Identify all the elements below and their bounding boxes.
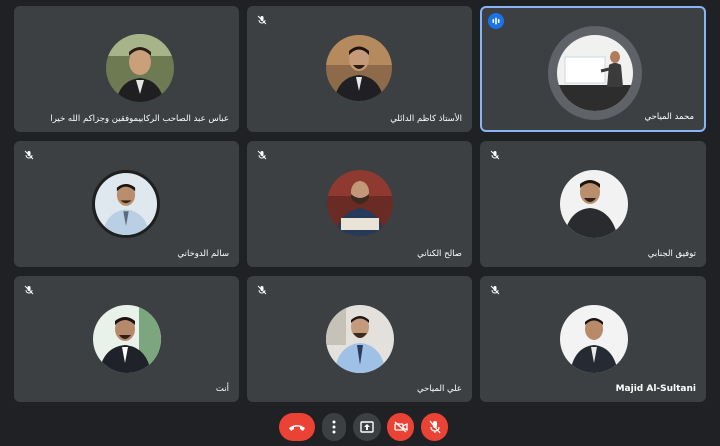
participant-tile-self[interactable]: أنت <box>14 276 239 402</box>
participant-avatar <box>557 35 633 111</box>
participant-name: Majid Al-Sultani <box>615 384 696 394</box>
participant-avatar-ring <box>548 26 642 120</box>
participant-name: صالح الكناني <box>417 249 462 259</box>
mic-off-icon <box>257 150 267 160</box>
participant-tile-kadhim[interactable]: الأستاذ كاظم الدائلي <box>247 6 472 132</box>
more-options-icon <box>332 420 336 434</box>
participant-avatar <box>106 34 174 102</box>
participant-name: علي المياحي <box>416 384 462 394</box>
participant-name: محمد المياحي <box>644 112 694 122</box>
participant-avatar <box>326 35 392 101</box>
camera-off-icon <box>393 421 408 433</box>
participant-tile-saleh[interactable]: صالح الكناني <box>247 141 472 267</box>
participant-name: أنت <box>215 384 229 394</box>
participant-tile-abbas[interactable]: عباس عبد الصاحب الركابيموفقين وجزاكم الل… <box>14 6 239 132</box>
participant-avatar <box>93 305 161 373</box>
camera-toggle-button[interactable] <box>387 413 414 441</box>
participant-tile-tawfiq[interactable]: توفيق الجنابي <box>480 141 706 267</box>
participant-avatar <box>560 305 628 373</box>
participant-avatar <box>560 170 628 238</box>
mic-off-icon <box>257 285 267 295</box>
speaking-indicator-icon <box>488 13 504 29</box>
present-screen-icon <box>360 421 374 433</box>
participant-tile-ali[interactable]: علي المياحي <box>247 276 472 402</box>
participant-tile-majid[interactable]: Majid Al-Sultani <box>480 276 706 402</box>
more-options-button[interactable] <box>322 413 346 441</box>
participant-name: توفيق الجنابي <box>647 249 696 259</box>
meeting-stage: عباس عبد الصاحب الركابيموفقين وجزاكم الل… <box>0 0 720 446</box>
participant-avatar <box>327 170 393 236</box>
mic-off-icon <box>257 15 267 25</box>
mic-off-icon <box>24 285 34 295</box>
present-screen-button[interactable] <box>353 413 381 441</box>
mic-off-icon <box>490 150 500 160</box>
microphone-toggle-button[interactable] <box>421 413 448 441</box>
participant-avatar <box>92 170 160 238</box>
participant-name: الأستاذ كاظم الدائلي <box>390 114 462 124</box>
participant-tile-mohammed-active[interactable]: محمد المياحي <box>480 6 706 132</box>
leave-call-button[interactable] <box>279 413 315 441</box>
participant-tile-salem[interactable]: سالم الدوخاني <box>14 141 239 267</box>
participant-avatar <box>326 305 394 373</box>
participant-name: سالم الدوخاني <box>177 249 229 259</box>
leave-call-icon <box>289 425 305 431</box>
mic-off-icon <box>490 285 500 295</box>
participant-name: عباس عبد الصاحب الركابيموفقين وجزاكم الل… <box>50 114 229 124</box>
mic-off-icon <box>429 420 440 434</box>
mic-off-icon <box>24 150 34 160</box>
